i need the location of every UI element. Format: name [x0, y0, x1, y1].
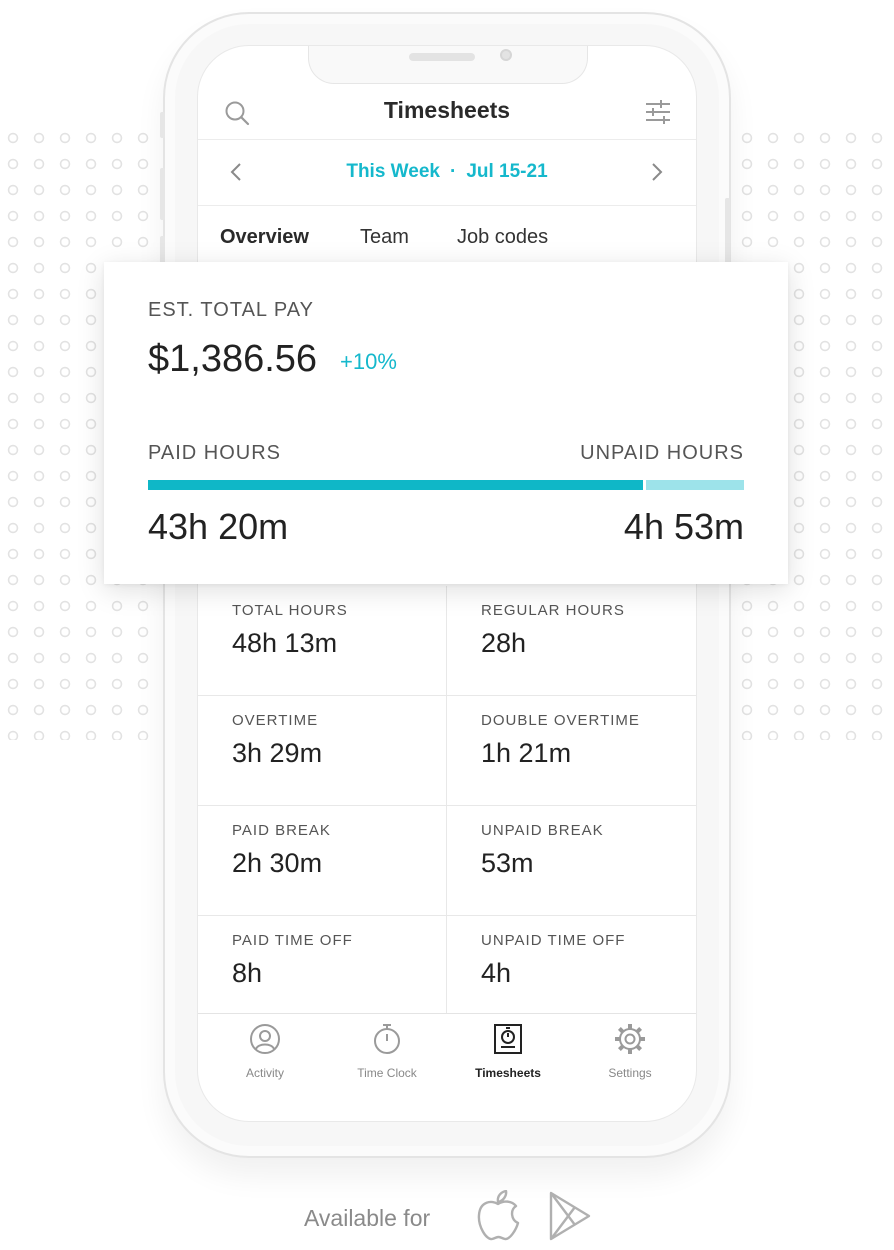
tab-timesheets[interactable]: Timesheets — [458, 1022, 558, 1080]
phone-mute-switch — [160, 112, 165, 138]
tab-team[interactable]: Team — [360, 226, 409, 249]
availability-footer: Available for — [0, 1188, 894, 1244]
stat-label: UNPAID BREAK — [481, 822, 604, 839]
stat-value: 8h — [232, 958, 263, 988]
unpaid-hours-value: 4h 53m — [623, 506, 744, 547]
paid-hours-value: 43h 20m — [148, 506, 289, 547]
phone-camera — [500, 49, 512, 61]
phone-notch — [308, 46, 588, 84]
tab-job-codes[interactable]: Job codes — [457, 226, 548, 249]
app-header: Timesheets — [198, 81, 696, 140]
period-range[interactable]: This Week · Jul 15-21 — [198, 161, 696, 183]
gear-icon — [580, 1022, 680, 1056]
stat-value: 4h — [481, 958, 512, 988]
paid-hours-label: PAID HOURS — [148, 442, 281, 464]
est-total-pay-label: EST. TOTAL PAY — [148, 299, 314, 321]
stat-overtime: OVERTIME 3h 29m — [198, 696, 447, 806]
page-title: Timesheets — [383, 97, 511, 123]
stat-regular-hours: REGULAR HOURS 28h — [447, 586, 696, 696]
available-for-text: Available for — [304, 1205, 431, 1231]
stat-value: 28h — [481, 628, 527, 658]
stat-label: OVERTIME — [232, 712, 319, 729]
sliders-icon[interactable] — [644, 98, 672, 131]
chevron-right-icon[interactable] — [651, 162, 663, 187]
tab-label: Settings — [608, 1066, 652, 1080]
stat-paid-time-off: PAID TIME OFF 8h — [198, 916, 447, 1013]
pay-summary-card: EST. TOTAL PAY $1,386.56 +10% PAID HOURS… — [104, 262, 788, 584]
hours-split-bar — [148, 480, 744, 490]
stat-label: UNPAID TIME OFF — [481, 932, 626, 949]
stat-unpaid-break: UNPAID BREAK 53m — [447, 806, 696, 916]
apple-icon[interactable] — [475, 1189, 521, 1247]
view-tabs: Overview Team Job codes — [198, 206, 696, 266]
tab-time-clock[interactable]: Time Clock — [337, 1022, 437, 1080]
user-circle-icon — [215, 1022, 315, 1056]
stat-total-hours: TOTAL HOURS 48h 13m — [198, 586, 447, 696]
period-separator: · — [449, 161, 457, 182]
stat-label: REGULAR HOURS — [481, 602, 625, 619]
bottom-tab-bar: Activity Time Clock Timesheets Settings — [198, 1013, 696, 1094]
stat-double-overtime: DOUBLE OVERTIME 1h 21m — [447, 696, 696, 806]
tab-overview[interactable]: Overview — [220, 226, 309, 249]
phone-volume-up-button — [160, 168, 165, 220]
tab-label: Timesheets — [475, 1066, 541, 1080]
unpaid-hours-label: UNPAID HOURS — [580, 442, 744, 464]
period-dates: Jul 15-21 — [466, 161, 548, 182]
stat-label: PAID TIME OFF — [232, 932, 353, 949]
paid-hours-bar — [148, 480, 643, 490]
stat-value: 3h 29m — [232, 738, 323, 768]
phone-speaker — [409, 53, 475, 61]
stat-value: 53m — [481, 848, 534, 878]
google-play-icon[interactable] — [548, 1190, 592, 1247]
period-label: This Week — [346, 161, 440, 182]
tab-settings-nav[interactable]: Settings — [580, 1022, 680, 1080]
tab-activity[interactable]: Activity — [215, 1022, 315, 1080]
stat-unpaid-time-off: UNPAID TIME OFF 4h — [447, 916, 696, 1013]
stat-label: DOUBLE OVERTIME — [481, 712, 640, 729]
pay-change-badge: +10% — [340, 349, 397, 374]
stat-value: 1h 21m — [481, 738, 572, 768]
stat-value: 2h 30m — [232, 848, 323, 878]
stat-label: TOTAL HOURS — [232, 602, 348, 619]
stat-label: PAID BREAK — [232, 822, 331, 839]
stopwatch-icon — [337, 1022, 437, 1056]
tab-label: Time Clock — [357, 1066, 417, 1080]
stat-value: 48h 13m — [232, 628, 338, 658]
period-selector: This Week · Jul 15-21 — [198, 140, 696, 206]
unpaid-hours-bar — [645, 480, 744, 490]
timesheet-icon — [458, 1022, 558, 1056]
stat-paid-break: PAID BREAK 2h 30m — [198, 806, 447, 916]
est-total-pay-amount: $1,386.56 — [148, 338, 318, 380]
tab-label: Activity — [245, 1066, 284, 1080]
